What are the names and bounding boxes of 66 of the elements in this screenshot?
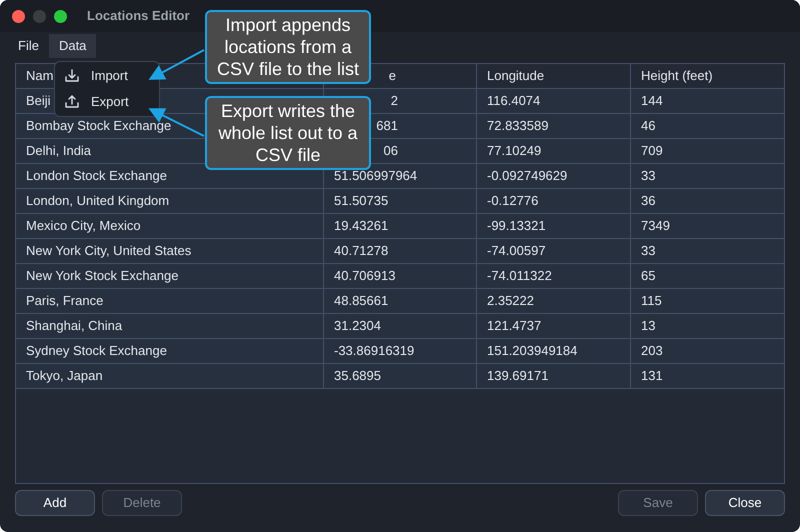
- table-cell-text: 116.4074: [487, 92, 540, 110]
- table-cell-text: Mexico City, Mexico: [26, 217, 141, 236]
- table-cell-text: Paris, France: [26, 292, 104, 310]
- menu-item[interactable]: File: [8, 34, 49, 58]
- table-cell-text: 33: [641, 242, 656, 260]
- table-cell-text: 40.71278: [334, 242, 388, 260]
- table-cell-text: 131: [641, 367, 663, 386]
- upload-icon: [64, 94, 80, 110]
- dropdown-item[interactable]: Import: [55, 64, 159, 88]
- table-cell-text: 139.69171: [487, 367, 548, 386]
- table-cell-text: New York City, United States: [26, 242, 192, 260]
- table-cell-text: -74.00597: [487, 242, 546, 260]
- column-header[interactable]: e: [388, 66, 396, 86]
- table-cell-text: Bombay Stock Exchange: [26, 117, 172, 136]
- table-cell-text: 48.85661: [334, 292, 388, 310]
- table-cell-text: 06: [384, 142, 398, 160]
- table-cell-text: 2: [390, 92, 398, 110]
- table-cell-text: Delhi, India: [26, 142, 92, 160]
- arrow: [148, 49, 204, 80]
- table-cell-text: 33: [641, 167, 656, 186]
- table-cell-text: 121.4737: [487, 317, 542, 336]
- maximize-window-icon[interactable]: [54, 10, 67, 22]
- table-cell-text: 35.6895: [334, 367, 381, 386]
- download-icon: [64, 68, 80, 84]
- table-cell-text: -99.13321: [487, 217, 546, 236]
- callout: Import appends locations from a CSV file to the list: [205, 10, 371, 84]
- column-header[interactable]: Height (feet): [641, 66, 713, 86]
- table-cell-text: 77.10249: [487, 142, 542, 160]
- table-cell-text: -0.092749629: [487, 167, 568, 186]
- table-cell-text: Beiji: [26, 92, 51, 110]
- table-cell-text: 46: [641, 117, 656, 136]
- column-header[interactable]: Longitude: [487, 66, 544, 86]
- table-cell-text: 72.833589: [487, 117, 548, 136]
- dropdown-item[interactable]: Export: [55, 90, 159, 114]
- table-cell-text: 51.50735: [334, 192, 388, 210]
- dialog-button[interactable]: Close: [705, 490, 785, 516]
- table-cell-text: 709: [641, 142, 663, 160]
- table-cell-text: 144: [641, 92, 663, 110]
- table-cell-text: Sydney Stock Exchange: [26, 342, 167, 360]
- table-cell-text: -0.12776: [487, 192, 538, 210]
- table-cell-text: 65: [641, 267, 656, 286]
- table-cell-text: 2.35222: [487, 292, 534, 310]
- table-cell-text: New York Stock Exchange: [26, 267, 178, 286]
- callout: Export writes the whole list out to a CSV file: [205, 96, 371, 170]
- table-cell-text: Tokyo, Japan: [26, 367, 103, 386]
- close-window-icon[interactable]: [12, 10, 25, 22]
- table-cell-text: 151.203949184: [487, 342, 578, 360]
- table-cell-text: -74.011322: [487, 267, 552, 286]
- dialog-button[interactable]: Add: [15, 490, 95, 516]
- table-cell-text: 203: [641, 342, 663, 360]
- table-cell-text: London, United Kingdom: [26, 192, 170, 210]
- table-cell-text: 13: [641, 317, 656, 336]
- table-cell-text: 115: [641, 292, 662, 310]
- column-header[interactable]: Nam: [26, 66, 54, 86]
- table-cell-text: -33.86916319: [334, 342, 414, 360]
- table-cell-text: London Stock Exchange: [26, 167, 167, 186]
- table-cell-text: 681: [376, 117, 398, 136]
- table-cell-text: Shanghai, China: [26, 317, 122, 336]
- table-cell-text: 51.506997964: [334, 167, 418, 186]
- menu-item[interactable]: Data: [48, 34, 96, 58]
- window-title: Locations Editor: [87, 7, 190, 26]
- table-cell-text: 36: [641, 192, 656, 210]
- table-cell-text: 31.2304: [334, 317, 381, 336]
- table-cell-text: 19.43261: [334, 217, 388, 236]
- table-cell-text: 7349: [641, 217, 670, 236]
- table-cell-text: 40.706913: [334, 267, 396, 286]
